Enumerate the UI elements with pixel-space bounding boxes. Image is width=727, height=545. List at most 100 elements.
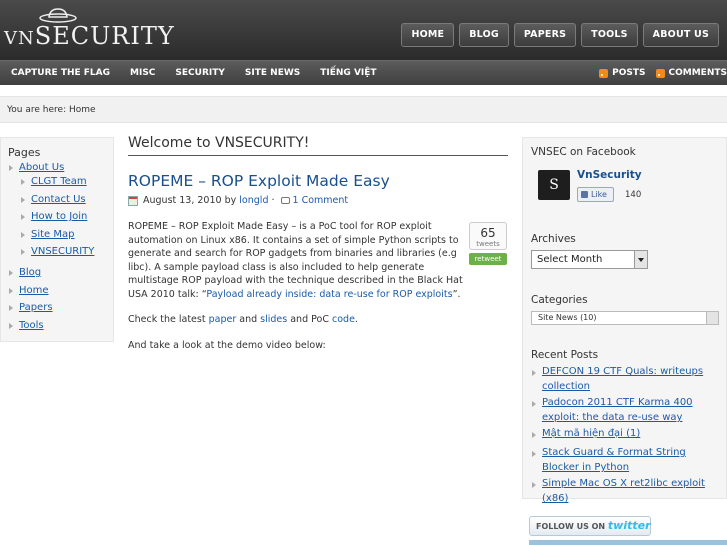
page-link-how-to-join[interactable]: How to Join xyxy=(31,211,87,222)
post-title-link[interactable]: ROPEME – ROP Exploit Made Easy xyxy=(128,172,390,190)
post-paragraph-3: And take a look at the demo video below: xyxy=(128,340,326,351)
right-sidebar: VNSEC on Facebook S VnSecurity Like 140 … xyxy=(522,137,727,504)
page-link-blog[interactable]: Blog xyxy=(19,267,41,278)
p2-text: Check the latest xyxy=(128,314,209,325)
paper-link[interactable]: paper xyxy=(209,314,237,325)
talk-link[interactable]: Payload already inside: data re-use for … xyxy=(206,289,452,300)
bullet-icon xyxy=(21,179,25,185)
page-link-vnsecurity[interactable]: VNSECURITY xyxy=(31,246,94,257)
comment-icon xyxy=(280,197,290,204)
recent-posts-title: Recent Posts xyxy=(531,349,599,361)
bullet-icon xyxy=(532,482,536,488)
bullet-icon xyxy=(532,432,536,438)
cat-site-news[interactable]: SITE NEWS xyxy=(245,61,300,85)
page-link-contact[interactable]: Contact Us xyxy=(31,194,86,205)
bullet-icon xyxy=(9,165,13,171)
post-by: by xyxy=(224,195,237,206)
retweet-button[interactable]: retweet xyxy=(469,253,507,265)
bullet-icon xyxy=(9,305,13,311)
calendar-icon xyxy=(128,195,138,206)
slides-link[interactable]: slides xyxy=(260,314,287,325)
posts-feed-label: POSTS xyxy=(612,68,646,78)
p1-end: ”. xyxy=(452,288,461,300)
bullet-icon xyxy=(9,323,13,329)
tweet-count-box[interactable]: 65 tweets xyxy=(469,222,507,250)
pages-title: Pages xyxy=(8,146,41,159)
nav-papers-button[interactable]: PAPERS xyxy=(513,23,577,47)
page-link-papers[interactable]: Papers xyxy=(19,302,53,313)
tweet-label: tweets xyxy=(476,240,500,248)
comments-feed-link[interactable]: COMMENTS xyxy=(655,61,727,85)
meta-separator: · xyxy=(271,195,275,206)
chevron-down-icon xyxy=(634,251,647,268)
bullet-icon xyxy=(532,370,536,376)
bullet-icon xyxy=(9,270,13,276)
site-logo[interactable]: VNSECURITY xyxy=(4,8,174,52)
page-title: Welcome to VNSECURITY! xyxy=(128,135,508,156)
breadcrumb: You are here: Home xyxy=(0,96,727,123)
vnsec-avatar[interactable]: S xyxy=(538,170,570,200)
categories-select[interactable]: Site News (10) xyxy=(531,311,719,325)
page-link-about[interactable]: About Us xyxy=(19,162,64,173)
p2-end: . xyxy=(354,314,358,325)
site-header: VNSECURITY HOME BLOG PAPERS TOOLS ABOUT … xyxy=(0,0,727,60)
logo-prefix: VN xyxy=(4,28,35,49)
archives-select-value: Select Month xyxy=(537,254,603,265)
top-nav: HOME BLOG PAPERS TOOLS ABOUT US xyxy=(401,23,719,47)
pages-sidebar: Pages About Us CLGT Team Contact Us How … xyxy=(0,137,114,342)
recent-post-link[interactable]: Simple Mac OS X ret2libc exploit (x86) xyxy=(542,476,720,506)
bullet-icon xyxy=(21,214,25,220)
recent-post-link[interactable]: DEFCON 19 CTF Quals: writeups collection xyxy=(542,364,720,394)
bullet-icon xyxy=(532,451,536,457)
comments-link[interactable]: 1 Comment xyxy=(293,195,349,206)
post-date: August 13, 2010 xyxy=(143,195,222,206)
recent-post-link[interactable]: Padocon 2011 CTF Karma 400 exploit: the … xyxy=(542,395,720,425)
category-nav: CAPTURE THE FLAG MISC SECURITY SITE NEWS… xyxy=(0,60,727,85)
follow-us-label: FOLLOW US ON xyxy=(536,522,606,531)
archives-select[interactable]: Select Month xyxy=(531,250,648,269)
widget-strip xyxy=(529,540,727,545)
comments-feed-label: COMMENTS xyxy=(668,68,727,78)
follow-twitter-button[interactable]: FOLLOW US ON twitter xyxy=(529,516,651,536)
page-link-tools[interactable]: Tools xyxy=(19,320,44,331)
p2-and: and xyxy=(236,314,261,325)
p2-and-poc: and PoC xyxy=(287,314,332,325)
cat-misc[interactable]: MISC xyxy=(130,61,155,85)
cat-capture-the-flag[interactable]: CAPTURE THE FLAG xyxy=(11,61,110,85)
page-link-site-map[interactable]: Site Map xyxy=(31,229,74,240)
code-link[interactable]: code xyxy=(332,314,355,325)
page-link-home[interactable]: Home xyxy=(19,285,49,296)
logo-suffix: SECURITY xyxy=(34,22,175,50)
categories-select-value: Site News (10) xyxy=(538,313,597,322)
recent-post-link[interactable]: Mật mã hiện đại (1) xyxy=(542,426,720,441)
fb-like-button[interactable]: Like xyxy=(577,187,614,202)
page-link-clgt-team[interactable]: CLGT Team xyxy=(31,176,87,187)
bullet-icon xyxy=(21,249,25,255)
rss-icon xyxy=(599,68,609,78)
fb-page-link[interactable]: VnSecurity xyxy=(577,169,642,181)
nav-about-button[interactable]: ABOUT US xyxy=(642,23,719,47)
facebook-title: VNSEC on Facebook xyxy=(531,146,636,158)
author-link[interactable]: longld xyxy=(239,195,268,206)
logo-text: VNSECURITY xyxy=(4,22,175,50)
categories-title: Categories xyxy=(531,294,588,306)
nav-tools-button[interactable]: TOOLS xyxy=(581,23,638,47)
posts-feed-link[interactable]: POSTS xyxy=(599,61,646,85)
cat-tieng-viet[interactable]: TIẾNG VIỆT xyxy=(320,61,376,85)
post-paragraph-2: Check the latest paper and slides and Po… xyxy=(128,313,468,327)
cat-security[interactable]: SECURITY xyxy=(175,61,224,85)
recent-post-link[interactable]: Stack Guard & Format String Blocker in P… xyxy=(542,445,720,475)
bullet-icon xyxy=(9,288,13,294)
post-paragraph-1: ROPEME – ROP Exploit Made Easy – is a Po… xyxy=(128,220,468,301)
bullet-icon xyxy=(21,232,25,238)
tweet-counter: 65 tweets retweet xyxy=(469,222,507,265)
nav-blog-button[interactable]: BLOG xyxy=(459,23,509,47)
archives-title: Archives xyxy=(531,233,576,245)
post-meta: August 13, 2010 by longld · 1 Comment xyxy=(128,195,348,206)
twitter-logo-icon: twitter xyxy=(607,519,651,532)
nav-home-button[interactable]: HOME xyxy=(401,23,455,47)
chevron-down-icon xyxy=(706,312,718,324)
rss-icon xyxy=(655,68,665,78)
breadcrumb-text: You are here: Home xyxy=(7,105,96,115)
bullet-icon xyxy=(532,401,536,407)
